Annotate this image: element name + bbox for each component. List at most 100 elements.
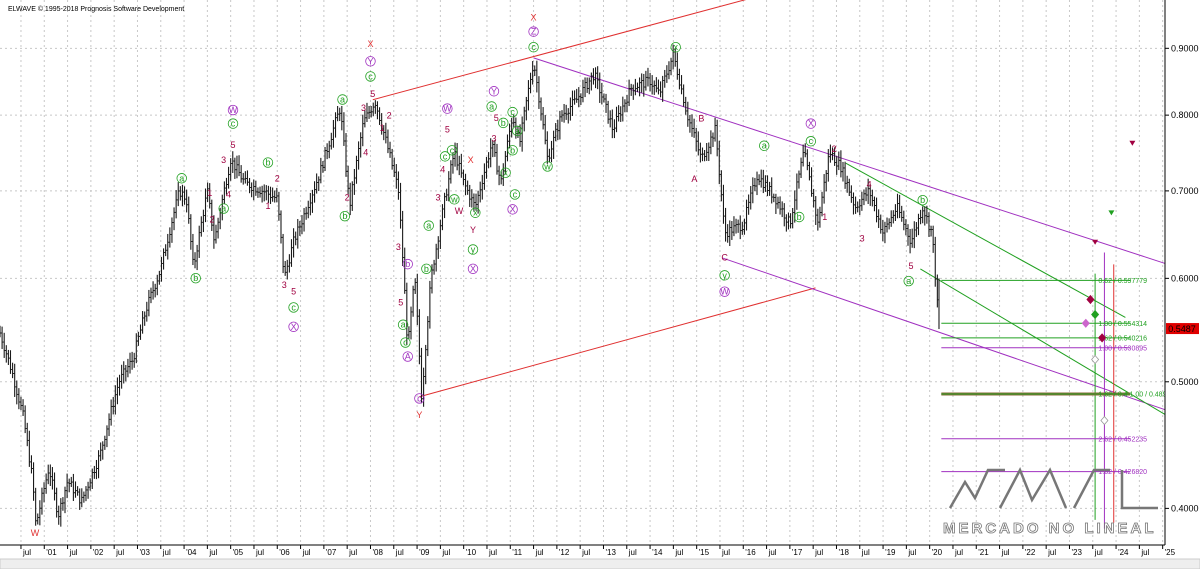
wave-label: 5: [398, 297, 403, 307]
wave-label: A: [405, 352, 411, 362]
x-tick-label: jul: [255, 548, 264, 557]
wave-label: b: [797, 212, 802, 222]
wave-label: 4: [440, 165, 445, 175]
x-tick-label: jul: [208, 548, 217, 557]
wave-label: w: [450, 194, 458, 204]
wave-label: b: [405, 259, 410, 269]
wave-label: X: [510, 204, 516, 214]
wave-label: x: [503, 168, 508, 178]
wave-label: X: [291, 322, 297, 332]
x-tick-label: jul: [488, 548, 497, 557]
x-tick-label: '12: [559, 548, 570, 557]
wave-label: 5: [230, 140, 235, 150]
x-tick-label: jul: [162, 548, 171, 557]
x-tick-label: jul: [69, 548, 78, 557]
x-tick-label: jul: [395, 548, 404, 557]
x-tick-label: '07: [326, 548, 337, 557]
wave-label: 3: [221, 155, 226, 165]
wave-label: y: [471, 244, 476, 254]
wave-label: b: [193, 273, 198, 283]
wave-label: b: [424, 264, 429, 274]
wave-label: b: [265, 158, 270, 168]
wave-label: Z: [531, 27, 537, 37]
fib-level-label: 1.62 / 0.540216: [1098, 335, 1147, 342]
wave-label: a: [340, 95, 345, 105]
wave-label: 5: [909, 261, 914, 271]
y-tick-label: 0.9000: [1171, 43, 1199, 53]
wave-label: 1: [380, 123, 385, 133]
wave-label: 5: [291, 287, 296, 297]
logo-text: MERCADO NO LINEAL: [943, 520, 1157, 537]
x-tick-label: '25: [1165, 548, 1176, 557]
wave-label: 1: [265, 201, 270, 211]
x-tick-label: jul: [1001, 548, 1010, 557]
wave-label: c: [417, 393, 422, 403]
wave-label: x: [473, 208, 478, 218]
x-tick-label: jul: [721, 548, 730, 557]
wave-label: 3: [860, 234, 865, 244]
wave-label: y: [722, 270, 727, 280]
wave-label: Y: [367, 56, 373, 66]
wave-label: c: [450, 145, 455, 155]
x-tick-label: '01: [46, 548, 57, 557]
wave-label: c: [231, 119, 236, 129]
fib-level-label: 1.00 / 0.530895: [1098, 345, 1147, 352]
x-tick-label: '10: [466, 548, 477, 557]
x-tick-label: '24: [1118, 548, 1129, 557]
last-price-tag: 0.5487: [1166, 323, 1199, 335]
wave-label: A: [691, 174, 697, 184]
wave-label: c: [513, 189, 518, 199]
wave-label: 1: [207, 188, 212, 198]
x-tick-label: '18: [838, 548, 849, 557]
wave-label: W: [720, 287, 729, 297]
wave-label: b: [342, 211, 347, 221]
fib-level-label: 1.00 / 0.554314: [1098, 321, 1147, 328]
x-tick-label: '09: [419, 548, 430, 557]
wave-label: 2: [345, 193, 350, 203]
wave-label: a: [489, 101, 494, 111]
wave-label: 2: [210, 215, 215, 225]
wave-label: W: [443, 104, 452, 114]
y-tick-label: 0.5000: [1171, 377, 1199, 387]
wave-label: a: [515, 126, 520, 136]
wave-label: w: [543, 161, 551, 171]
wave-label: 4: [363, 148, 368, 158]
y-tick-label: 0.7000: [1171, 186, 1199, 196]
x-tick-label: jul: [768, 548, 777, 557]
wave-label: a: [221, 204, 226, 214]
x-tick-label: jul: [302, 548, 311, 557]
x-tick-label: jul: [1094, 548, 1103, 557]
wave-label: c: [368, 71, 373, 81]
x-tick-label: '03: [139, 548, 150, 557]
x-tick-label: '15: [699, 548, 710, 557]
wave-label: a: [179, 173, 184, 183]
wave-label: X: [468, 155, 474, 165]
wave-label: c: [809, 136, 814, 146]
fib-level-label: 0.62 / 0.597779: [1098, 278, 1147, 285]
wave-label: 3: [491, 133, 496, 143]
wave-label: x: [673, 42, 678, 52]
app-header-title: ELWAVE © 1995-2018 Prognosis Software De…: [8, 5, 184, 13]
wave-label: W: [229, 105, 238, 115]
wave-label: c: [291, 302, 296, 312]
x-tick-label: '20: [932, 548, 943, 557]
y-tick-label: 0.6000: [1171, 273, 1199, 283]
wave-label: 4: [867, 180, 872, 190]
wave-label: C: [721, 253, 728, 263]
wave-label: 2: [387, 111, 392, 121]
last-price-label: 0.5487: [1168, 324, 1196, 334]
elliott-wave-chart[interactable]: 0.62 / 0.597779 1.00 / 0.554314 1.62 / 0.5…: [0, 0, 1200, 569]
wave-label: 5: [494, 113, 499, 123]
x-tick-label: jul: [348, 548, 357, 557]
horizontal-scrollbar[interactable]: [0, 558, 1200, 569]
x-tick-label: '23: [1071, 548, 1082, 557]
x-tick-label: jul: [22, 548, 31, 557]
wave-label: 1: [822, 212, 827, 222]
x-tick-label: jul: [814, 548, 823, 557]
wave-label: 4: [226, 189, 231, 199]
x-tick-label: '16: [745, 548, 756, 557]
x-tick-label: jul: [907, 548, 916, 557]
wave-label: X: [531, 13, 537, 23]
wave-label: W: [31, 528, 40, 538]
x-tick-label: '02: [93, 548, 104, 557]
